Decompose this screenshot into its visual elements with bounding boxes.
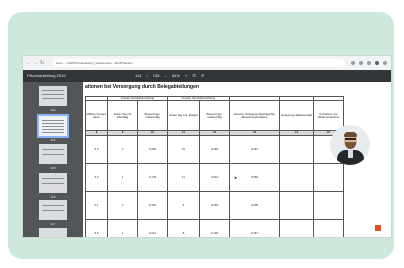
thumbnail-label: 117 (50, 222, 56, 226)
pdf-controls: 114 / 136 – 84% + ⊡ ⟳ (135, 72, 208, 80)
page-total: 136 (152, 73, 160, 78)
column-header: Mittlere Verweil-dauer (85, 100, 108, 132)
table-row: 3,0 1 0,289 10 0,084 0,087 (85, 134, 344, 164)
table-cell: 4 (167, 190, 200, 220)
extension-icon[interactable] (367, 61, 371, 65)
app-corner-icon (374, 224, 382, 232)
table-cell: 0,205 (229, 190, 280, 220)
column-header: Erster Tag mit Abschlag (107, 100, 138, 132)
extension-icon[interactable] (359, 61, 363, 65)
document-heading: ationen bei Versorgung durch Belegabteil… (85, 84, 199, 90)
pdf-toolbar: Pfluchtanleitung 2019 114 / 136 – 84% + … (23, 70, 391, 82)
zoom-in-button[interactable]: + (185, 72, 187, 80)
menu-icon[interactable] (383, 61, 387, 65)
pdf-title: Pfluchtanleitung 2019 (27, 73, 66, 78)
table-cell: 0,167 (229, 218, 280, 237)
table-cell: 0,103 (199, 218, 230, 237)
table-cell (279, 134, 314, 164)
column-header: Externe Verlegung Abschlag/Tag (Bewertun… (229, 100, 280, 132)
thumbnail-sidebar: 102 114 115 116 117 (23, 82, 83, 237)
table-cell: 3,0 (85, 134, 108, 164)
presenter-hair (344, 132, 357, 137)
table-cell: 1 (107, 218, 138, 237)
table-cell: 10 (167, 134, 200, 164)
presenter-beard (345, 142, 356, 149)
column-header: Bewertungs-relation/Tag (137, 100, 168, 132)
table-cell: 3,5 (85, 218, 108, 237)
table-cell: 4,3 (85, 162, 108, 192)
page-thumbnail[interactable] (39, 228, 67, 237)
table-cell (313, 190, 344, 220)
table-cell: 0,302 (137, 190, 168, 220)
table-cell: 11 (167, 162, 200, 192)
page-thumbnail[interactable] (39, 86, 67, 106)
page-thumbnail[interactable] (39, 200, 67, 220)
table-row: 3,5 1 0,211 8 0,103 0,167 (85, 218, 344, 237)
page-thumbnail[interactable] (39, 144, 67, 164)
webcam-overlay (330, 125, 370, 165)
table-header-row: Mittlere Verweil-dauer Erster Tag mit Ab… (85, 100, 344, 132)
thumbnail-label: 114 (50, 138, 56, 142)
zoom-out-button[interactable]: – (165, 72, 167, 80)
table-row: 2,1 1 0,302 4 0,293 0,205 (85, 190, 344, 220)
table-cell (279, 162, 314, 192)
browser-toolbar: ← → ↻ www.... /pdf/Pfluchtanleitung_Verb… (23, 56, 391, 70)
zoom-level[interactable]: 84% (172, 72, 180, 80)
table-cell: 1 (107, 162, 138, 192)
mouse-cursor-icon: ➤ (234, 175, 238, 180)
table-cell: 0,044 (199, 162, 230, 192)
page-thumbnail-selected[interactable] (37, 114, 69, 138)
column-header: Bewertungs-relation/Tag (199, 100, 230, 132)
page-separator: / (146, 73, 148, 78)
page-current[interactable]: 114 (135, 72, 141, 80)
rotate-icon[interactable]: ⟳ (201, 72, 204, 80)
fit-page-icon[interactable]: ⊡ (193, 72, 196, 80)
table-cell: 1 (107, 134, 138, 164)
page-thumbnail[interactable] (39, 173, 67, 193)
table-cell: 0,178 (137, 162, 168, 192)
reload-icon[interactable]: ↻ (40, 60, 44, 66)
table-cell: 0,211 (137, 218, 168, 237)
address-bar[interactable]: www.... /pdf/Pfluchtanleitung_Verbrauche… (53, 59, 345, 67)
column-header: Erster Tag zus. Entgelt (167, 100, 200, 132)
thumbnail-label: 116 (50, 195, 56, 199)
table-cell (313, 218, 344, 237)
presenter-shirt (348, 150, 353, 158)
column-header: Verlegungs-fallpauschale (279, 100, 314, 132)
table-cell: 0,087 (229, 134, 280, 164)
table-cell: 0,084 (199, 134, 230, 164)
table-cell: 0,293 (199, 190, 230, 220)
table-cell (313, 162, 344, 192)
arrow-right-icon[interactable]: → (33, 60, 38, 66)
profile-icon[interactable] (375, 61, 379, 65)
presenter-glasses (345, 138, 356, 140)
arrow-left-icon[interactable]: ← (26, 60, 31, 66)
table-cell (279, 218, 314, 237)
column-header: Ausnahme von Wiederaufnahme (313, 100, 344, 132)
table-row: 4,3 1 0,178 11 0,044 0,059 (85, 162, 344, 192)
table-cell: 1 (107, 190, 138, 220)
thumbnail-label: 102 (50, 108, 56, 112)
table-cell (279, 190, 314, 220)
table-cell: 0,289 (137, 134, 168, 164)
thumbnail-label: 115 (50, 166, 56, 170)
table-cell: 8 (167, 218, 200, 237)
data-table: Lineare Verlustbetrachtung Lineare Verlu… (85, 95, 344, 237)
table-cell: 2,1 (85, 190, 108, 220)
extension-icon[interactable] (351, 61, 355, 65)
